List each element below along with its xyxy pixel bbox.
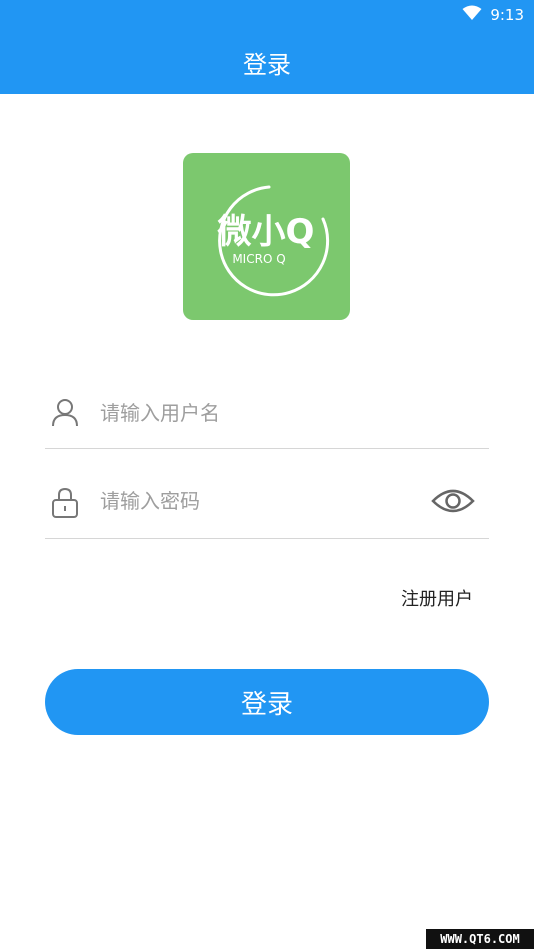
user-icon [51, 398, 79, 428]
status-right: 9:13 [462, 4, 524, 26]
app-bar: 登录 [0, 30, 534, 94]
status-time: 9:13 [490, 6, 524, 24]
logo-sub-text: MICRO Q [232, 252, 285, 266]
password-input[interactable] [100, 484, 420, 518]
username-field [45, 388, 489, 438]
username-input[interactable] [100, 396, 420, 430]
eye-icon[interactable] [431, 484, 475, 518]
watermark: WWW.QT6.COM [426, 929, 534, 949]
username-divider [45, 448, 489, 449]
register-link[interactable]: 注册用户 [401, 585, 473, 611]
status-bar: 9:13 [0, 0, 534, 30]
page-title: 登录 [243, 50, 291, 79]
logo-main-text: 微小Q [217, 212, 315, 252]
lock-icon [51, 486, 79, 518]
password-field [45, 476, 489, 526]
password-divider [45, 538, 489, 539]
wifi-icon [462, 5, 482, 25]
app-logo: 微小Q MICRO Q [183, 153, 350, 320]
login-button[interactable]: 登录 [45, 669, 489, 735]
